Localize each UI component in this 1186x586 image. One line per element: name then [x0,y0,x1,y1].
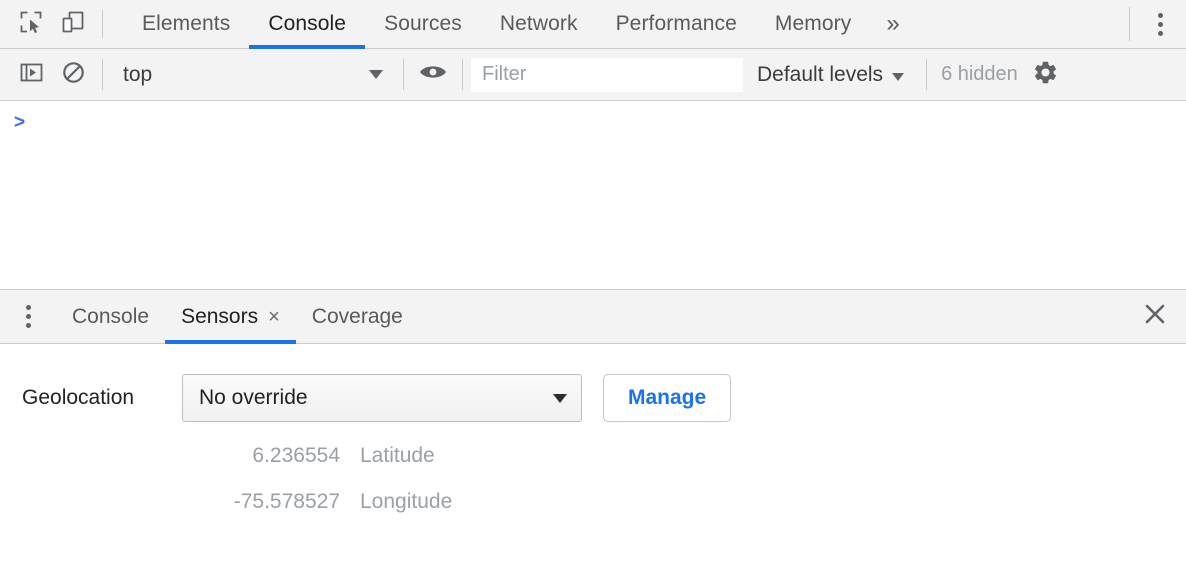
log-levels-label: Default levels [757,63,883,87]
longitude-row: -75.578527 Longitude [0,490,1186,514]
chevron-down-icon [553,394,567,403]
filter-toolbar-divider-4 [926,59,927,90]
hidden-messages-count[interactable]: 6 hidden [935,63,1024,86]
drawer-tabbar: Console Sensors × Coverage [0,290,1186,344]
vertical-dots-icon-dot [1158,31,1163,36]
execution-context-label: top [123,63,152,87]
execution-context-selector[interactable]: top [111,58,395,92]
tab-performance-label: Performance [616,12,737,36]
toolbar-right-group [1119,0,1186,48]
panel-tabs: Elements Console Sources Network Perform… [111,0,1119,48]
tab-console[interactable]: Console [249,0,365,48]
drawer-tab-coverage-label: Coverage [312,305,403,329]
toolbar-divider-right [1129,7,1130,41]
drawer-tab-console[interactable]: Console [56,290,165,343]
prompt-chevron-icon: > [14,113,25,132]
drawer-tab-sensors[interactable]: Sensors × [165,290,296,343]
tab-console-label: Console [268,12,346,36]
manage-button-label: Manage [628,386,706,410]
latitude-input[interactable]: 6.236554 [182,444,360,468]
clear-console-icon [61,60,86,90]
chevron-down-icon [369,70,383,79]
tab-sources-label: Sources [384,12,462,36]
sensors-panel: Geolocation No override Manage 6.236554 … [0,344,1186,586]
longitude-input[interactable]: -75.578527 [182,490,360,514]
tab-network-label: Network [500,12,578,36]
manage-locations-button[interactable]: Manage [603,374,731,422]
latitude-row: 6.236554 Latitude [0,444,1186,468]
vertical-dots-icon-dot [1158,22,1163,27]
console-sidebar-icon [19,60,44,90]
clear-console-button[interactable] [52,54,94,96]
main-menu-button[interactable] [1140,4,1180,44]
more-tabs-label: » [886,10,899,38]
close-icon [1142,301,1168,332]
drawer-tab-coverage[interactable]: Coverage [296,290,419,343]
drawer-menu-button[interactable] [0,290,56,343]
vertical-dots-icon-dot [26,305,31,310]
device-toolbar-icon [60,9,86,40]
geolocation-selected-value: No override [199,386,308,410]
console-filter-toolbar: top Filter Default levels 6 hidden [0,49,1186,101]
toggle-device-toolbar-button[interactable] [52,3,94,45]
devtools-window: Elements Console Sources Network Perform… [0,0,1186,586]
tab-network[interactable]: Network [481,0,597,48]
tab-elements-label: Elements [142,12,230,36]
latitude-label: Latitude [360,444,435,468]
filter-input[interactable]: Filter [471,58,743,92]
drawer-tab-console-label: Console [72,305,149,329]
vertical-dots-icon-dot [26,314,31,319]
drawer-tabs: Console Sensors × Coverage [56,290,1124,343]
tab-memory-label: Memory [775,12,851,36]
console-message-area[interactable]: > [0,101,1186,289]
eye-icon [418,61,448,88]
toolbar-divider [102,10,103,38]
chevron-down-icon [892,73,904,81]
vertical-dots-icon-dot [26,323,31,328]
inspect-cursor-icon [18,9,44,40]
console-settings-button[interactable] [1024,55,1068,95]
inspect-element-button[interactable] [10,3,52,45]
filter-toolbar-divider-1 [102,59,103,90]
toolbar-icon-group [0,0,111,48]
main-toolbar: Elements Console Sources Network Perform… [0,0,1186,49]
longitude-label: Longitude [360,490,452,514]
filter-toolbar-divider-2 [403,59,404,90]
tab-elements[interactable]: Elements [123,0,249,48]
log-levels-selector[interactable]: Default levels [743,58,918,92]
filter-toolbar-divider-3 [462,59,463,90]
geolocation-row: Geolocation No override Manage [0,374,1186,422]
gear-icon [1032,59,1059,91]
console-prompt[interactable]: > [0,101,1186,143]
console-sidebar-toggle-button[interactable] [10,54,52,96]
geolocation-select[interactable]: No override [182,374,582,422]
live-expression-button[interactable] [412,54,454,96]
tab-sources[interactable]: Sources [365,0,481,48]
drawer-tab-sensors-label: Sensors [181,305,258,329]
tab-memory[interactable]: Memory [756,0,870,48]
more-tabs-button[interactable]: » [870,0,915,48]
vertical-dots-icon-dot [1158,13,1163,18]
geolocation-label: Geolocation [22,386,182,410]
close-drawer-button[interactable] [1124,290,1186,343]
drawer: Console Sensors × Coverage [0,289,1186,586]
tab-performance[interactable]: Performance [597,0,756,48]
close-sensors-tab-icon[interactable]: × [268,307,280,327]
